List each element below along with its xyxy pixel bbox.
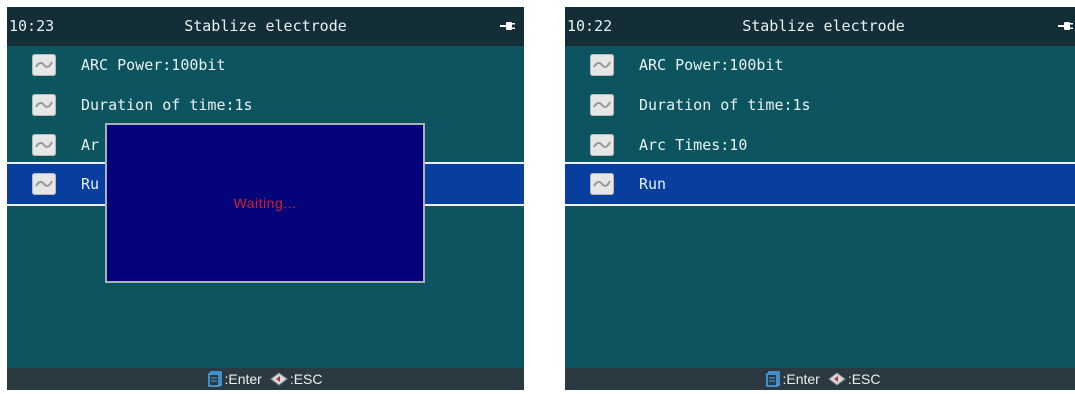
esc-diamond-icon [827, 372, 846, 386]
esc-label: :ESC [289, 371, 323, 387]
item-icon [32, 134, 56, 156]
item-icon [32, 94, 56, 116]
item-label: Duration of time:1s [639, 96, 811, 114]
item-icon [590, 94, 614, 116]
plug-icon [1058, 22, 1073, 30]
enter-icon [208, 371, 223, 387]
item-icon [32, 173, 56, 195]
status-bar: :Enter :ESC [7, 368, 524, 390]
item-label: Arc Times:10 [639, 136, 748, 154]
menu-item-arc-times[interactable]: Arc Times:10 [565, 126, 1075, 166]
item-label: ARC Power:100bit [639, 56, 784, 74]
enter-label: :Enter [224, 371, 262, 387]
item-label: Run [639, 175, 667, 193]
screen-title: Stablize electrode [184, 17, 347, 35]
esc-diamond-icon [269, 372, 288, 386]
item-label: Ru [81, 175, 100, 193]
enter-label: :Enter [782, 371, 820, 387]
item-label: ARC Power:100bit [81, 56, 226, 74]
item-label: Ar [81, 136, 100, 154]
item-icon [590, 173, 614, 195]
menu-item-arc-power[interactable]: ARC Power:100bit [565, 46, 1075, 86]
left-screen: 10:23 Stablize electrode ARC Power:100bi… [7, 7, 524, 390]
menu-item-arc-power[interactable]: ARC Power:100bit [7, 46, 524, 86]
status-bar: :Enter :ESC [565, 368, 1075, 390]
menu-item-duration[interactable]: Duration of time:1s [7, 86, 524, 126]
right-screen: 10:22 Stablize electrode ARC Power:100bi… [565, 7, 1075, 390]
waiting-dialog: Waiting... [105, 123, 425, 283]
screen-title: Stablize electrode [742, 17, 905, 35]
esc-label: :ESC [847, 371, 881, 387]
title-bar: 10:23 Stablize electrode [7, 7, 524, 46]
item-label: Duration of time:1s [81, 96, 253, 114]
item-icon [590, 54, 614, 76]
plug-icon [500, 22, 515, 30]
enter-icon [766, 371, 781, 387]
waiting-message: Waiting... [233, 195, 297, 211]
menu-item-run[interactable]: Run [565, 162, 1075, 206]
item-icon [32, 54, 56, 76]
title-bar: 10:22 Stablize electrode [565, 7, 1075, 46]
menu-item-duration[interactable]: Duration of time:1s [565, 86, 1075, 126]
item-icon [590, 134, 614, 156]
